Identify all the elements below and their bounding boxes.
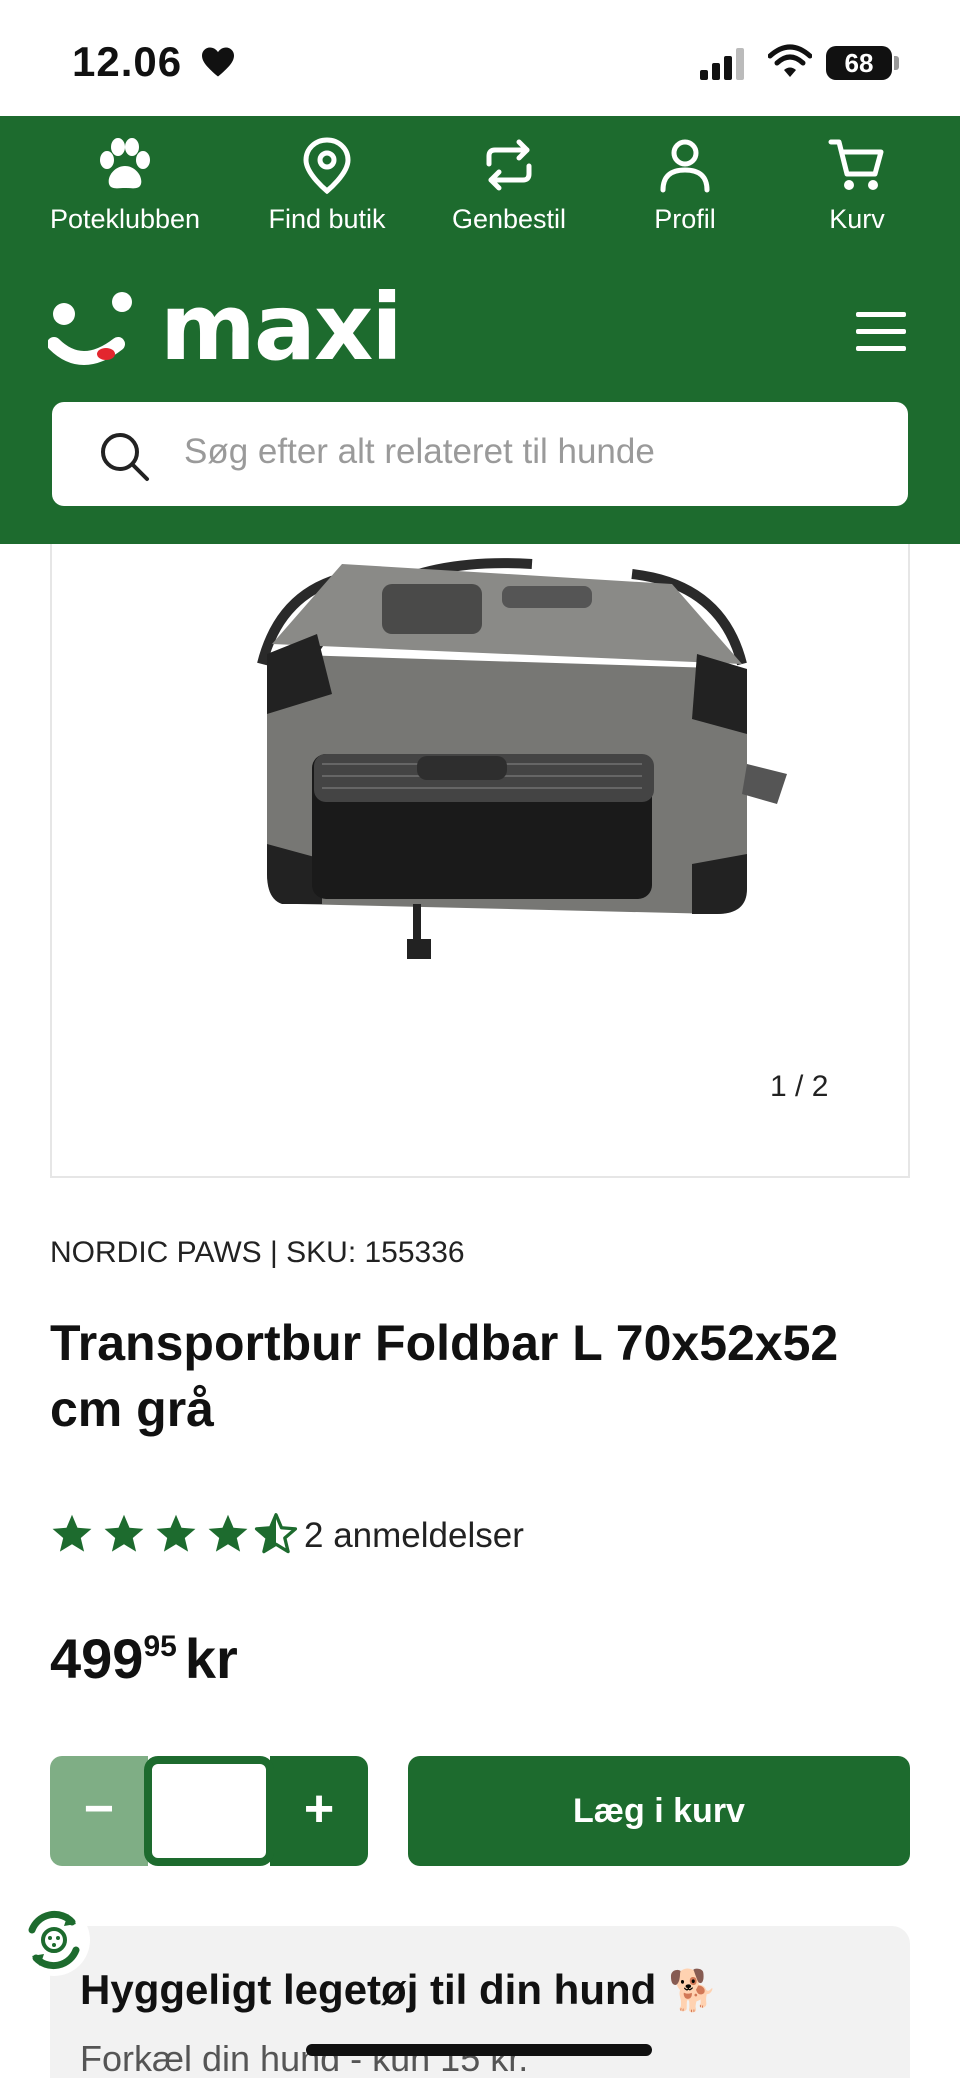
top-navigation: Poteklubben Find butik Genbestil Profil … — [0, 116, 960, 256]
status-bar: 12.06 68 — [0, 0, 960, 116]
battery-tip — [894, 56, 899, 70]
promo-title-text: Hyggeligt legetøj til din hund — [80, 1966, 657, 2013]
heart-icon — [202, 47, 234, 77]
nav-item-find-butik[interactable]: Find butik — [242, 136, 412, 235]
price-currency: kr — [184, 1627, 238, 1690]
star-full-icon — [52, 1514, 92, 1552]
recycle-badge-icon[interactable] — [14, 1900, 94, 1980]
nav-label-kurv: Kurv — [829, 204, 885, 234]
image-counter: 1 / 2 — [770, 1070, 829, 1103]
wifi-icon — [768, 44, 812, 77]
review-count[interactable]: 2 anmeldelser — [304, 1516, 524, 1556]
star-half-icon — [254, 1513, 298, 1554]
quantity-input[interactable] — [144, 1756, 274, 1866]
logo-face-icon — [48, 292, 132, 365]
paw-icon — [100, 138, 150, 189]
add-to-cart-button[interactable]: Læg i kurv — [408, 1756, 910, 1866]
nav-item-genbestil[interactable]: Genbestil — [424, 136, 594, 235]
nav-label-poteklubben: Poteklubben — [49, 204, 201, 234]
cart-icon — [828, 139, 884, 190]
product-image-gallery[interactable]: 1 / 2 — [50, 544, 910, 1178]
product-image — [257, 558, 787, 959]
hamburger-menu-icon[interactable] — [856, 310, 906, 354]
battery-indicator: 68 — [826, 46, 892, 80]
nav-item-profil[interactable]: Profil — [600, 136, 770, 235]
nav-label-genbestil: Genbestil — [451, 204, 567, 234]
star-full-icon — [104, 1514, 144, 1552]
nav-label-find-butik: Find butik — [268, 204, 386, 234]
search-icon — [101, 433, 149, 481]
quantity-increase-button[interactable]: + — [270, 1756, 368, 1866]
nav-label-profil: Profil — [654, 204, 716, 234]
quantity-decrease-button[interactable]: − — [50, 1756, 148, 1866]
maxi-zoo-logo[interactable]: maxi zoo — [48, 274, 568, 488]
site-header: Poteklubben Find butik Genbestil Profil … — [0, 116, 960, 544]
profile-icon — [660, 139, 710, 193]
star-full-icon — [156, 1514, 196, 1552]
location-pin-icon — [303, 137, 351, 194]
nav-item-poteklubben[interactable]: Poteklubben — [40, 136, 210, 235]
cellular-signal-icon — [700, 48, 744, 80]
nav-item-kurv[interactable]: Kurv — [772, 136, 942, 235]
quantity-stepper: − + — [50, 1756, 368, 1866]
status-time: 12.06 — [72, 38, 183, 85]
price-main: 499 — [50, 1627, 144, 1690]
home-indicator[interactable] — [306, 2044, 652, 2056]
star-full-icon — [208, 1514, 248, 1552]
promo-title: Hyggeligt legetøj til din hund 🐕 — [80, 1966, 718, 2014]
search-input[interactable]: Søg efter alt relateret til hunde — [52, 402, 908, 506]
reorder-icon — [486, 139, 532, 191]
dog-emoji-icon: 🐕 — [667, 1969, 718, 2013]
price: 49995 kr — [50, 1626, 238, 1691]
price-cents: 95 — [143, 1630, 177, 1663]
brand-sku: NORDIC PAWS | SKU: 155336 — [50, 1236, 465, 1269]
product-title: Transportbur Foldbar L 70x52x52 cm grå — [50, 1315, 839, 1437]
search-placeholder: Søg efter alt relateret til hunde — [184, 432, 655, 471]
